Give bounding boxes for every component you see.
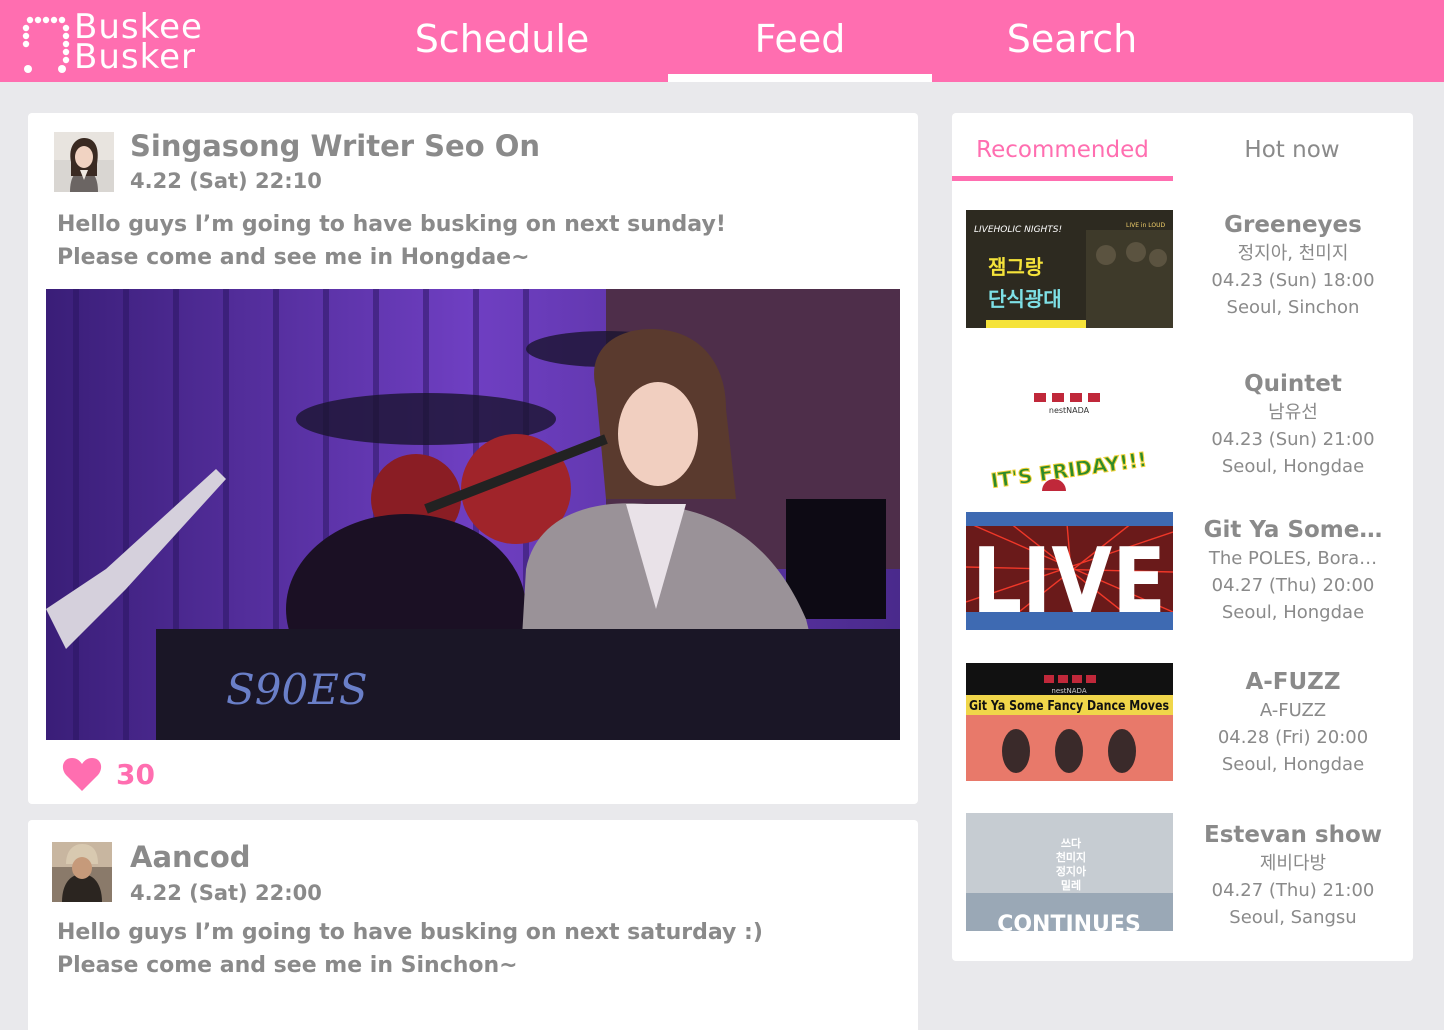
avatar[interactable] xyxy=(52,842,112,902)
event-poster: nestNADA IT'S FRIDAY!!! xyxy=(966,381,1173,491)
tab-recommended[interactable]: Recommended xyxy=(952,133,1173,181)
poster-caption: 잼그랑 xyxy=(988,255,1044,279)
poster-logo-text: nestNADA xyxy=(1049,406,1090,415)
event-location: Seoul, Hongdae xyxy=(1221,602,1365,623)
event-info: Estevan show 제비다방 04.27 (Thu) 21:00 Seou… xyxy=(1188,820,1398,931)
logo-line-2: Busker xyxy=(74,37,196,77)
poster-caption: 천미지 xyxy=(1056,850,1086,864)
event-item[interactable]: 쓰다 천미지 정지아 밀레 CONTINUES Estevan show 제비다… xyxy=(966,813,1406,931)
event-poster: LIVEHOLIC NIGHTS! LIVE in LOUD 잼그랑 단식광대 xyxy=(966,210,1173,328)
event-poster: 쓰다 천미지 정지아 밀레 CONTINUES xyxy=(966,813,1173,931)
poster-caption: 정지아 xyxy=(1056,864,1087,878)
top-navigation-bar: Buskee Busker Schedule Feed Search xyxy=(0,0,1444,82)
event-item[interactable]: nestNADA IT'S FRIDAY!!! Quintet 남유선 04.2… xyxy=(966,369,1406,491)
event-title: Quintet xyxy=(1244,371,1342,397)
post-text: Hello guys I’m going to have busking on … xyxy=(57,916,897,982)
active-side-tab-indicator xyxy=(952,176,1173,181)
poster-caption: CONTINUES xyxy=(997,912,1141,931)
poster-caption: 밀레 xyxy=(1061,878,1081,892)
event-title: A-FUZZ xyxy=(1245,669,1341,695)
post-text-line-2: Please come and see me in Hongdae~ xyxy=(57,245,530,270)
event-info: Quintet 남유선 04.23 (Sun) 21:00 Seoul, Hon… xyxy=(1188,369,1398,480)
event-location: Seoul, Sinchon xyxy=(1226,297,1360,318)
event-title: Git Ya Some… xyxy=(1203,517,1383,543)
poster-caption: LIVEHOLIC NIGHTS! xyxy=(974,225,1062,235)
side-panel: Recommended Hot now LIVEHOLIC NIGHTS! LI… xyxy=(952,113,1413,961)
post-time: 4.22 (Sat) 22:00 xyxy=(130,881,322,905)
event-location: Seoul, Hongdae xyxy=(1221,754,1365,775)
event-performers: The POLES, Bora… xyxy=(1208,548,1378,569)
logo-dots-icon xyxy=(22,16,70,73)
event-poster: nestNADA Git Ya Some Fancy Dance Moves xyxy=(966,663,1173,781)
event-item[interactable]: LIVE Git Ya Some… The POLES, Bora… 04.27… xyxy=(966,512,1406,630)
event-info: A-FUZZ A-FUZZ 04.28 (Fri) 20:00 Seoul, H… xyxy=(1188,667,1398,778)
event-info: Git Ya Some… The POLES, Bora… 04.27 (Thu… xyxy=(1188,515,1398,626)
photo-keyboard-text: S90ES xyxy=(226,665,368,714)
event-performers: 정지아, 천미지 xyxy=(1237,243,1349,264)
avatar[interactable] xyxy=(54,132,114,192)
post-text-line-1: Hello guys I’m going to have busking on … xyxy=(57,920,763,945)
post-author[interactable]: Aancod xyxy=(130,840,251,874)
tab-hot-now[interactable]: Hot now xyxy=(1177,133,1407,181)
event-item[interactable]: LIVEHOLIC NIGHTS! LIVE in LOUD 잼그랑 단식광대 … xyxy=(966,210,1406,328)
active-tab-indicator xyxy=(668,74,932,82)
poster-caption: 단식광대 xyxy=(988,287,1062,311)
poster-caption: Git Ya Some Fancy Dance Moves xyxy=(969,699,1169,714)
poster-caption: LIVE xyxy=(972,529,1166,630)
tab-feed[interactable]: Feed xyxy=(668,0,932,82)
post-photo[interactable]: S90ES xyxy=(46,289,900,740)
post-author[interactable]: Singasong Writer Seo On xyxy=(130,129,540,163)
event-info: Greeneyes 정지아, 천미지 04.23 (Sun) 18:00 Seo… xyxy=(1188,210,1398,321)
feed-post: Singasong Writer Seo On 4.22 (Sat) 22:10… xyxy=(28,113,918,804)
like-count: 30 xyxy=(116,757,155,791)
poster-caption: LIVE in LOUD xyxy=(1126,222,1166,229)
event-item[interactable]: nestNADA Git Ya Some Fancy Dance Moves A… xyxy=(966,663,1406,781)
post-text-line-2: Please come and see me in Sinchon~ xyxy=(57,953,518,978)
event-performers: 남유선 xyxy=(1268,402,1318,423)
tab-search[interactable]: Search xyxy=(940,0,1204,82)
post-text-line-1: Hello guys I’m going to have busking on … xyxy=(57,212,726,237)
poster-caption: 쓰다 xyxy=(1061,836,1082,850)
feed-post: Aancod 4.22 (Sat) 22:00 Hello guys I’m g… xyxy=(28,820,918,1030)
like-row: 30 xyxy=(62,754,155,794)
logo-wordmark: Buskee Busker xyxy=(74,10,203,77)
event-poster: LIVE xyxy=(966,512,1173,630)
event-datetime: 04.23 (Sun) 21:00 xyxy=(1211,429,1375,450)
event-datetime: 04.27 (Thu) 21:00 xyxy=(1211,880,1375,901)
event-performers: A-FUZZ xyxy=(1259,700,1327,721)
tab-schedule[interactable]: Schedule xyxy=(372,0,632,82)
event-location: Seoul, Sangsu xyxy=(1229,907,1357,928)
event-title: Estevan show xyxy=(1203,822,1382,848)
app-logo[interactable]: Buskee Busker xyxy=(20,10,250,77)
event-datetime: 04.27 (Thu) 20:00 xyxy=(1211,575,1375,596)
event-performers: 제비다방 xyxy=(1259,853,1327,874)
event-datetime: 04.23 (Sun) 18:00 xyxy=(1211,270,1375,291)
event-datetime: 04.28 (Fri) 20:00 xyxy=(1217,727,1369,748)
event-location: Seoul, Hongdae xyxy=(1221,456,1365,477)
post-text: Hello guys I’m going to have busking on … xyxy=(57,208,897,274)
event-title: Greeneyes xyxy=(1224,212,1362,238)
heart-icon[interactable] xyxy=(62,756,102,792)
post-time: 4.22 (Sat) 22:10 xyxy=(130,169,322,193)
poster-logo-text: nestNADA xyxy=(1051,687,1086,695)
